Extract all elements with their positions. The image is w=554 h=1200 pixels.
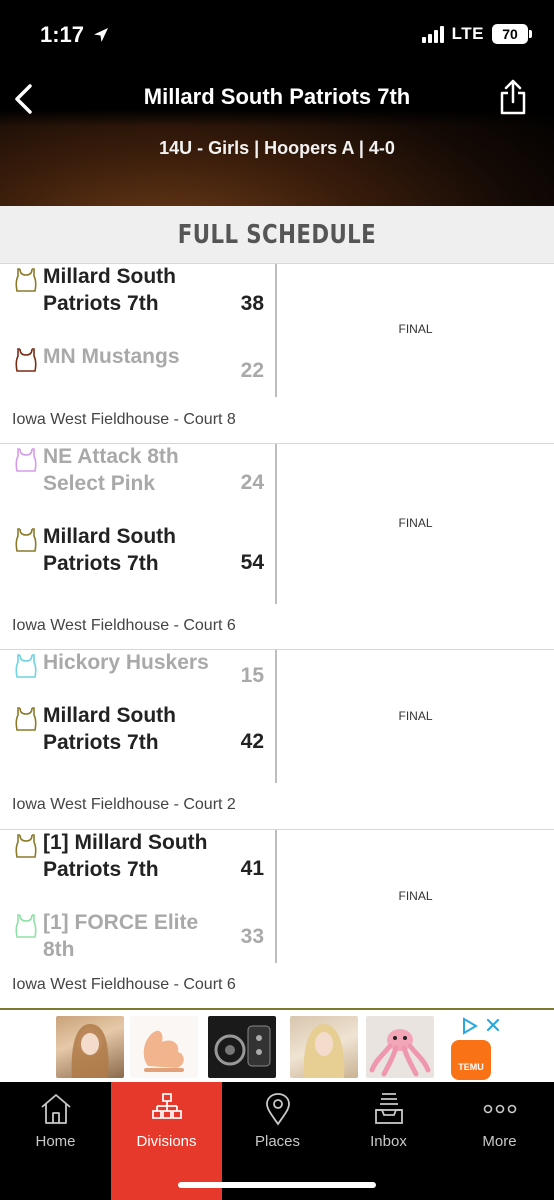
venue[interactable]: Iowa West Fieldhouse - Court 8	[12, 411, 236, 429]
team-name: Millard South Patriots 7th	[43, 265, 176, 315]
venue[interactable]: Iowa West Fieldhouse - Court 6	[12, 617, 236, 635]
tab-label: Divisions	[136, 1133, 197, 1150]
jersey-icon	[15, 654, 37, 678]
team-name: Millard South Patriots 7th	[43, 525, 176, 575]
ad-close-icon[interactable]	[460, 1016, 504, 1036]
game-status: FINAL	[398, 889, 433, 903]
team-name: [1] Millard South Patriots 7th	[43, 831, 208, 881]
jersey-icon	[15, 834, 37, 858]
status-indicators: LTE 70	[421, 24, 532, 44]
team-score: 15	[240, 664, 264, 687]
battery-level: 70	[502, 26, 518, 42]
page-title: Millard South Patriots 7th	[143, 84, 411, 109]
team-score: 33	[240, 925, 264, 948]
team-name: Hickory Huskers	[43, 651, 209, 674]
jersey-icon	[15, 348, 37, 372]
share-icon[interactable]	[498, 78, 528, 116]
game-card[interactable]: Hickory Huskers 15 Millard South Patriot…	[0, 650, 554, 830]
location-arrow-icon	[94, 28, 109, 42]
game-status: FINAL	[398, 322, 433, 336]
team-score: 24	[240, 471, 264, 494]
temu-logo[interactable]: TEMU	[451, 1040, 491, 1080]
team-name: MN Mustangs	[43, 345, 180, 368]
game-status: FINAL	[398, 516, 433, 530]
tab-label: Places	[254, 1133, 301, 1150]
ad-product-image[interactable]	[130, 1016, 198, 1078]
home-indicator	[178, 1182, 376, 1188]
team-score: 38	[240, 292, 264, 315]
nav-header: Millard South Patriots 7th 14U - Girls |…	[0, 70, 554, 206]
home-icon	[41, 1094, 71, 1124]
tab-home[interactable]: Home	[0, 1082, 111, 1200]
ad-product-image[interactable]	[290, 1016, 358, 1078]
game-status: FINAL	[398, 709, 433, 723]
team-row: NE Attack 8th Select Pink 24	[0, 444, 276, 524]
game-card[interactable]: NE Attack 8th Select Pink 24 Millard Sou…	[0, 444, 554, 650]
ad-product-image[interactable]	[208, 1016, 276, 1078]
inbox-icon	[375, 1093, 403, 1124]
venue[interactable]: Iowa West Fieldhouse - Court 2	[12, 796, 236, 814]
status-time: 1:17	[40, 22, 110, 48]
tab-label: Inbox	[370, 1133, 407, 1150]
section-title: FULL SCHEDULE	[177, 219, 377, 250]
jersey-icon	[15, 914, 37, 938]
tab-label: Home	[35, 1133, 76, 1150]
team-name: NE Attack 8th Select Pink	[43, 445, 179, 495]
team-row: Hickory Huskers 15	[0, 650, 276, 704]
team-score: 41	[240, 857, 264, 880]
more-dots-icon	[483, 1104, 517, 1114]
clock: 1:17	[40, 22, 85, 47]
jersey-icon	[15, 707, 37, 731]
tab-label: More	[482, 1133, 517, 1150]
venue[interactable]: Iowa West Fieldhouse - Court 6	[12, 976, 236, 994]
ad-product-image[interactable]	[366, 1016, 434, 1078]
location-pin-icon	[266, 1093, 290, 1126]
network-type: LTE	[451, 24, 484, 43]
back-chevron-icon[interactable]	[10, 82, 38, 116]
status-bar: 1:17 LTE 70	[0, 0, 554, 70]
tab-more[interactable]: More	[444, 1082, 554, 1200]
section-header: FULL SCHEDULE	[0, 206, 554, 264]
game-card[interactable]: Millard South Patriots 7th 38 MN Mustang…	[0, 264, 554, 444]
team-row: MN Mustangs 22	[0, 344, 276, 398]
jersey-icon	[15, 268, 37, 292]
team-row: Millard South Patriots 7th 42	[0, 703, 276, 783]
team-name: Millard South Patriots 7th	[43, 704, 176, 754]
team-row: Millard South Patriots 7th 54	[0, 524, 276, 604]
team-score: 54	[240, 551, 264, 574]
team-name: [1] FORCE Elite 8th	[43, 911, 199, 961]
jersey-icon	[15, 528, 37, 552]
game-card[interactable]: [1] Millard South Patriots 7th 41 [1] FO…	[0, 830, 554, 1008]
team-row: Millard South Patriots 7th 38	[0, 264, 276, 348]
ad-product-image[interactable]	[56, 1016, 124, 1078]
team-row: [1] Millard South Patriots 7th 41	[0, 830, 276, 910]
jersey-icon	[15, 448, 37, 472]
team-score: 42	[240, 730, 264, 753]
battery-icon: 70	[492, 24, 532, 44]
bracket-icon	[152, 1093, 182, 1119]
team-row: [1] FORCE Elite 8th 33	[0, 910, 276, 964]
team-score: 22	[240, 359, 264, 382]
ad-brand: TEMU	[458, 1062, 484, 1072]
ad-banner[interactable]: TEMU	[0, 1008, 554, 1082]
signal-icon	[421, 25, 444, 43]
team-summary: 14U - Girls | Hoopers A | 4-0	[159, 138, 395, 158]
